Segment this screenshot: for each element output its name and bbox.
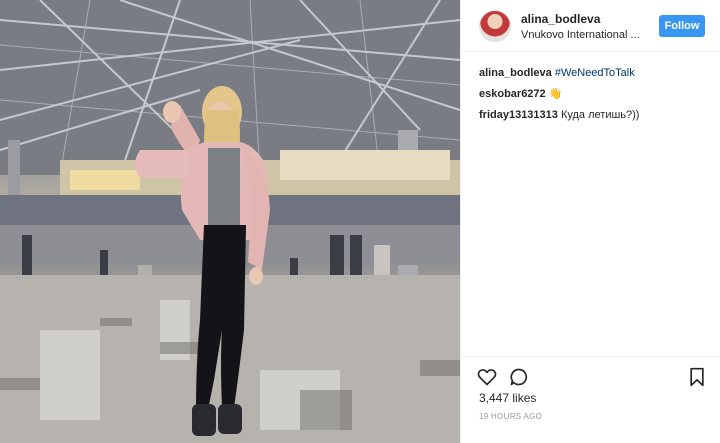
- post-sidebar: alina_bodleva Vnukovo International ... …: [460, 0, 720, 443]
- post-header: alina_bodleva Vnukovo International ... …: [461, 0, 720, 52]
- airport-scene: [0, 0, 460, 443]
- location-link[interactable]: Vnukovo International ...: [521, 29, 640, 41]
- hashtag-link[interactable]: #WeNeedToTalk: [555, 67, 635, 79]
- comment-icon[interactable]: [509, 367, 529, 387]
- caption: alina_bodleva #WeNeedToTalk: [479, 66, 711, 80]
- username-link[interactable]: alina_bodleva: [521, 12, 600, 26]
- comment-text: Куда летишь?)): [560, 109, 640, 121]
- list-item: friday13131313 Куда летишь?)): [479, 108, 711, 122]
- follow-button[interactable]: Follow: [659, 15, 705, 37]
- likes-count[interactable]: 3,447 likes: [479, 391, 536, 405]
- caption-username[interactable]: alina_bodleva: [479, 67, 552, 79]
- bookmark-icon[interactable]: [687, 367, 707, 387]
- heart-icon[interactable]: [477, 367, 497, 387]
- comment-username[interactable]: eskobar6272: [479, 88, 546, 100]
- post-photo[interactable]: [0, 0, 460, 443]
- list-item: eskobar6272 👋: [479, 87, 711, 101]
- comment-text: 👋: [548, 88, 563, 100]
- post-actions: 3,447 likes 19 HOURS AGO: [461, 356, 720, 443]
- comment-username[interactable]: friday13131313: [479, 109, 558, 121]
- avatar[interactable]: [479, 10, 511, 42]
- timestamp: 19 HOURS AGO: [479, 412, 543, 421]
- comments-list: alina_bodleva #WeNeedToTalk eskobar6272 …: [479, 66, 711, 129]
